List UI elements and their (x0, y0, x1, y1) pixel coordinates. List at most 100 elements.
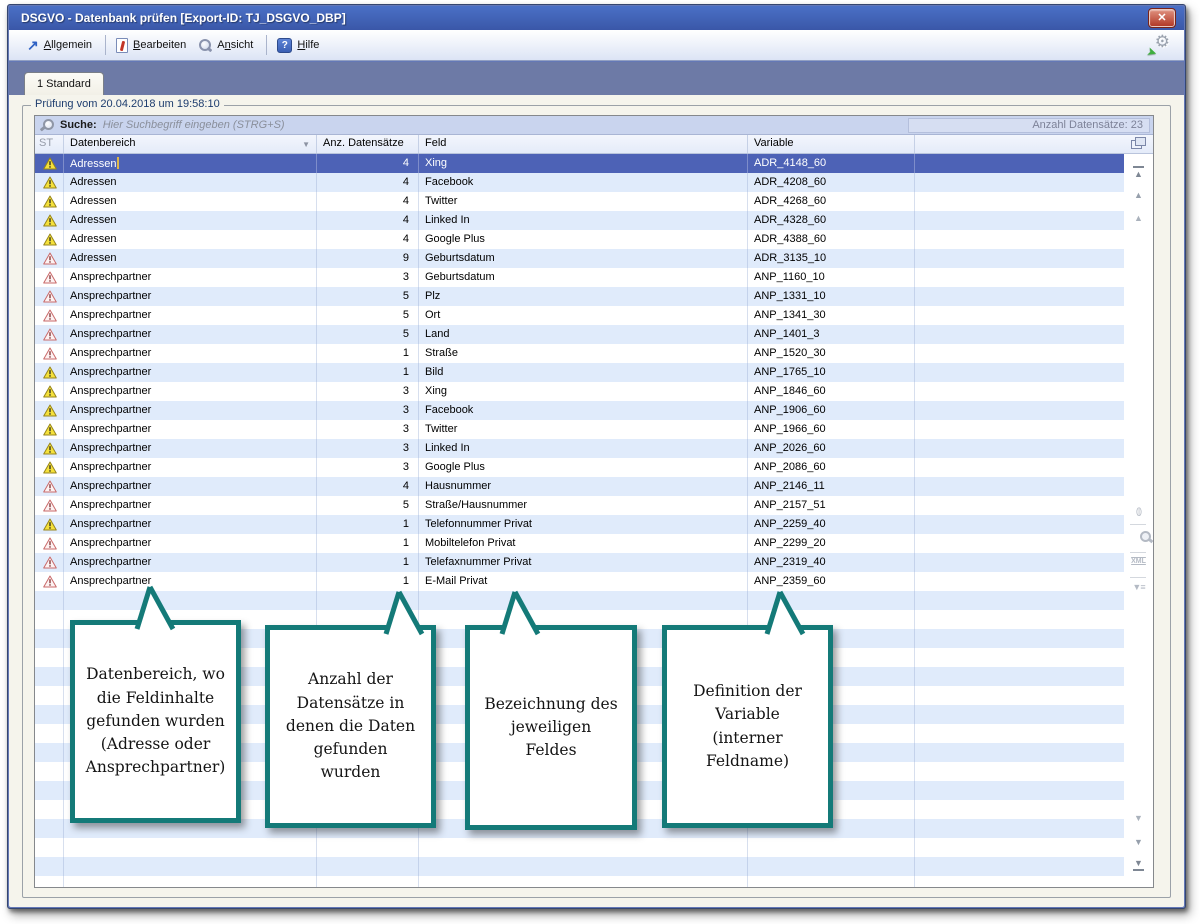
cell-anz-datensaetze (317, 838, 419, 857)
filter-icon[interactable]: ▼≡ (1124, 582, 1153, 592)
table-row[interactable]: Adressen4Google PlusADR_4388_60 (35, 230, 1124, 249)
table-row[interactable]: Adressen4XingADR_4148_60 (35, 154, 1124, 173)
cell-variable: ANP_2157_51 (748, 496, 915, 515)
alert-triangle-icon (43, 328, 57, 341)
cell-empty (915, 287, 1124, 306)
go-first-record-icon[interactable]: ▲ (1124, 166, 1153, 179)
navigation-side-strip: ▲ ▲ ▲ (|) XML ▼≡ ▼ ▼ ▼ (1124, 154, 1153, 887)
warning-triangle-icon (43, 442, 57, 455)
table-row[interactable]: Ansprechpartner3FacebookANP_1906_60 (35, 401, 1124, 420)
cell-anz-datensaetze: 3 (317, 401, 419, 420)
cell-datenbereich: Ansprechpartner (64, 458, 317, 477)
cell-empty (915, 420, 1124, 439)
callout-text: Definition der Variable (interner Feldna… (681, 680, 814, 773)
title-bar[interactable]: DSGVO - Datenbank prüfen [Export-ID: TJ_… (9, 6, 1184, 30)
cell-variable: ANP_1765_10 (748, 363, 915, 382)
status-cell (35, 781, 64, 800)
column-header-anz-datensaetze[interactable]: Anz. Datensätze (317, 135, 419, 153)
cell-anz-datensaetze (317, 857, 419, 876)
cell-anz-datensaetze: 3 (317, 382, 419, 401)
table-row[interactable]: Ansprechpartner1E-Mail PrivatANP_2359_60 (35, 572, 1124, 591)
xml-export-icon[interactable]: XML (1124, 558, 1153, 565)
cell-datenbereich: Adressen (64, 154, 317, 173)
table-row[interactable]: Adressen4TwitterADR_4268_60 (35, 192, 1124, 211)
window-title: DSGVO - Datenbank prüfen [Export-ID: TJ_… (9, 11, 346, 25)
cell-variable: ADR_3135_10 (748, 249, 915, 268)
page-down-icon[interactable]: ▼ (1124, 837, 1153, 847)
menu-bearbeiten[interactable]: Bearbeiten (112, 35, 193, 56)
run-export-button[interactable]: ⚙ ➤ (1148, 34, 1170, 56)
cell-feld: Google Plus (419, 230, 748, 249)
cell-datenbereich: Adressen (64, 211, 317, 230)
table-row[interactable]: Ansprechpartner1BildANP_1765_10 (35, 363, 1124, 382)
table-row[interactable]: Adressen4FacebookADR_4208_60 (35, 173, 1124, 192)
status-cell (35, 743, 64, 762)
column-header-datenbereich[interactable]: Datenbereich ▼ (64, 135, 317, 153)
table-row[interactable]: Ansprechpartner1Mobiltelefon PrivatANP_2… (35, 534, 1124, 553)
table-row[interactable]: Ansprechpartner1Telefonnummer PrivatANP_… (35, 515, 1124, 534)
alert-triangle-icon (43, 290, 57, 303)
column-header-st[interactable]: ST (35, 135, 64, 153)
cell-anz-datensaetze: 1 (317, 363, 419, 382)
cell-variable: ANP_2086_60 (748, 458, 915, 477)
cell-feld: Telefaxnummer Privat (419, 553, 748, 572)
column-chooser-icon[interactable] (1131, 137, 1147, 150)
menu-hilfe[interactable]: ? Hilfe (273, 35, 326, 56)
cell-empty (915, 173, 1124, 192)
table-row[interactable]: Adressen9GeburtsdatumADR_3135_10 (35, 249, 1124, 268)
callout-text: Datenbereich, wo die Feldinhalte gefunde… (86, 663, 226, 779)
table-row[interactable]: Ansprechpartner1Telefaxnummer PrivatANP_… (35, 553, 1124, 572)
status-cell (35, 192, 64, 211)
callout-beak (763, 589, 809, 635)
status-cell (35, 648, 64, 667)
menu-allgemein[interactable]: ↗ Allgemein (23, 36, 99, 54)
column-header-variable[interactable]: Variable (748, 135, 915, 153)
cell-datenbereich: Ansprechpartner (64, 553, 317, 572)
arrow-northeast-icon: ↗ (27, 39, 39, 51)
cell-anz-datensaetze: 9 (317, 249, 419, 268)
table-row[interactable]: Ansprechpartner3Linked InANP_2026_60 (35, 439, 1124, 458)
cell-variable (748, 838, 915, 857)
menu-ansicht[interactable]: Ansicht (193, 35, 260, 56)
table-row[interactable]: Ansprechpartner1StraßeANP_1520_30 (35, 344, 1124, 363)
cell-empty (915, 306, 1124, 325)
best-fit-columns-icon[interactable]: (|) (1124, 506, 1153, 516)
cell-empty (915, 382, 1124, 401)
column-header-feld[interactable]: Feld (419, 135, 748, 153)
table-row[interactable]: Ansprechpartner3XingANP_1846_60 (35, 382, 1124, 401)
table-row[interactable]: Ansprechpartner3Google PlusANP_2086_60 (35, 458, 1124, 477)
alert-triangle-icon (43, 556, 57, 569)
cell-empty (915, 192, 1124, 211)
cell-empty (915, 800, 1124, 819)
table-row[interactable]: Ansprechpartner5PlzANP_1331_10 (35, 287, 1124, 306)
cell-empty (915, 344, 1124, 363)
table-row[interactable]: Ansprechpartner5Straße/HausnummerANP_215… (35, 496, 1124, 515)
table-row[interactable]: Ansprechpartner3GeburtsdatumANP_1160_10 (35, 268, 1124, 287)
sort-desc-icon: ▼ (302, 140, 310, 149)
page-up-icon[interactable]: ▲ (1124, 190, 1153, 200)
next-record-icon[interactable]: ▼ (1124, 813, 1153, 823)
previous-record-icon[interactable]: ▲ (1124, 213, 1153, 223)
close-icon[interactable]: ✕ (1149, 9, 1175, 27)
cell-empty (915, 458, 1124, 477)
cell-datenbereich: Ansprechpartner (64, 382, 317, 401)
table-row[interactable]: Ansprechpartner3TwitterANP_1966_60 (35, 420, 1124, 439)
go-last-record-icon[interactable]: ▼ (1124, 858, 1153, 871)
cell-empty (915, 743, 1124, 762)
cell-anz-datensaetze: 1 (317, 534, 419, 553)
cell-datenbereich: Ansprechpartner (64, 572, 317, 591)
magnifier-icon (197, 38, 212, 53)
table-row[interactable]: Adressen4Linked InADR_4328_60 (35, 211, 1124, 230)
text-caret (117, 157, 119, 169)
menu-toolbar: ↗ Allgemein Bearbeiten Ansicht ? Hilfe ⚙… (9, 30, 1184, 61)
edit-document-icon (116, 38, 128, 53)
table-row[interactable]: Ansprechpartner4HausnummerANP_2146_11 (35, 477, 1124, 496)
cell-variable: ANP_1520_30 (748, 344, 915, 363)
search-input[interactable] (103, 119, 723, 131)
tab-strip: 1 Standard (9, 62, 1184, 95)
table-row[interactable]: Ansprechpartner5OrtANP_1341_30 (35, 306, 1124, 325)
cell-variable: ANP_1401_3 (748, 325, 915, 344)
table-row[interactable]: Ansprechpartner5LandANP_1401_3 (35, 325, 1124, 344)
cell-datenbereich (64, 876, 317, 887)
tab-standard[interactable]: 1 Standard (24, 72, 104, 95)
